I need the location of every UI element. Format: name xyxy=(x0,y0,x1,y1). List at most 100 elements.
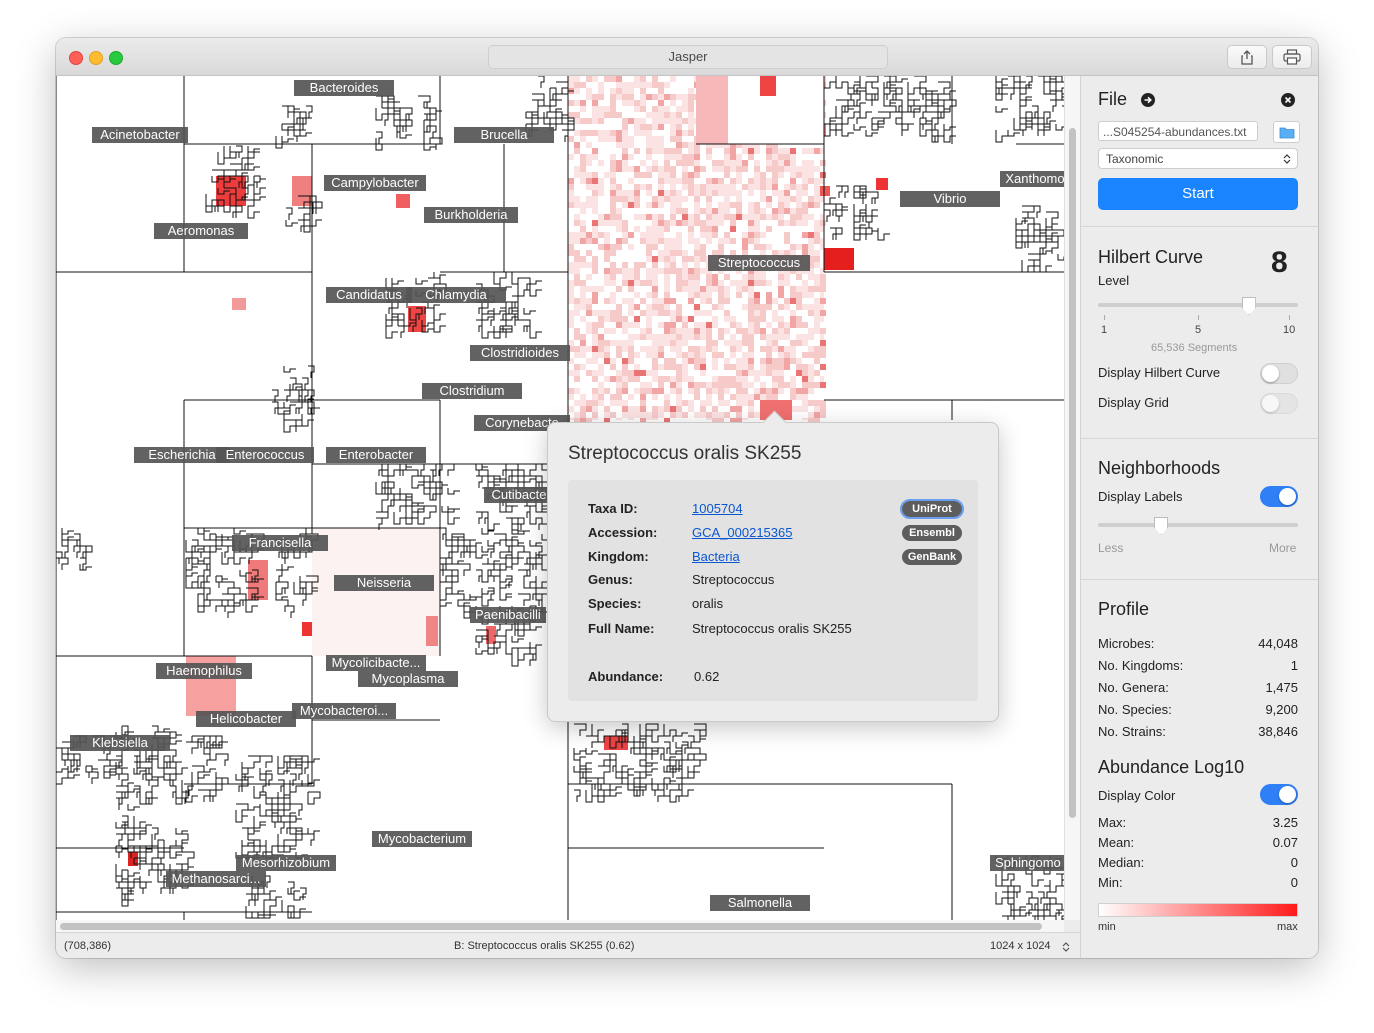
abundance-cell xyxy=(616,136,622,142)
abundance-cell xyxy=(718,328,724,334)
abundance-cell xyxy=(604,388,610,394)
abundance-cell xyxy=(796,412,802,418)
map-label-acinetobacter[interactable]: Acinetobacter xyxy=(92,127,188,143)
abundance-cell xyxy=(802,412,808,418)
level-tick xyxy=(1198,315,1199,320)
level-slider[interactable] xyxy=(1098,303,1298,307)
map-label-mycoplasma[interactable]: Mycoplasma xyxy=(358,671,458,687)
abundance-cell xyxy=(694,328,700,334)
arrow-right-circle-icon[interactable] xyxy=(1141,93,1155,107)
map-label-candidatus[interactable]: Candidatus xyxy=(326,287,412,303)
share-button[interactable] xyxy=(1227,45,1267,69)
abundance-cell xyxy=(742,370,748,376)
map-label-burkholderia[interactable]: Burkholderia xyxy=(424,207,518,223)
abundance-cell xyxy=(610,214,616,220)
abundance-cell xyxy=(664,292,670,298)
map-size-select[interactable]: 1024 x 1024 xyxy=(990,940,1051,952)
open-file-button[interactable] xyxy=(1273,121,1300,143)
map-label-clostridioides[interactable]: Clostridioides xyxy=(470,345,570,361)
abundance-cell xyxy=(772,292,778,298)
map-label-vibrio[interactable]: Vibrio xyxy=(900,191,1000,207)
map-label-bacteroides[interactable]: Bacteroides xyxy=(294,80,394,96)
close-window-button[interactable] xyxy=(69,51,83,65)
abundance-cell xyxy=(640,406,646,412)
map-label-campylobacter[interactable]: Campylobacter xyxy=(324,175,426,191)
map-label-brucella[interactable]: Brucella xyxy=(454,127,554,143)
map-label-methanosarcina[interactable]: Methanosarci... xyxy=(166,871,266,887)
print-button[interactable] xyxy=(1272,45,1312,69)
map-label-mesorhizobium[interactable]: Mesorhizobium xyxy=(236,855,336,871)
map-label-klebsiella[interactable]: Klebsiella xyxy=(70,735,170,751)
display-hilbert-curve-toggle[interactable] xyxy=(1260,363,1298,384)
accession-link[interactable]: GCA_000215365 xyxy=(692,525,792,540)
map-label-mycobacteroides[interactable]: Mycobacteroi... xyxy=(292,703,396,719)
abundance-cell xyxy=(640,208,646,214)
map-label-paenibacillus[interactable]: Paenibacilli xyxy=(470,607,546,623)
map-label-chlamydia[interactable]: Chlamydia xyxy=(406,287,506,303)
map-label-francisella[interactable]: Francisella xyxy=(232,535,328,551)
abundance-cell xyxy=(634,244,640,250)
abundance-cell xyxy=(568,250,574,256)
map-label-aeromonas[interactable]: Aeromonas xyxy=(154,223,248,239)
map-label-helicobacter[interactable]: Helicobacter xyxy=(196,711,296,727)
abundance-cell xyxy=(610,256,616,262)
vertical-scroll-thumb[interactable] xyxy=(1069,128,1076,818)
abundance-cell xyxy=(568,304,574,310)
zoom-window-button[interactable] xyxy=(109,51,123,65)
abundance-cell xyxy=(694,358,700,364)
abundance-cell xyxy=(598,298,604,304)
abundance-cell xyxy=(730,208,736,214)
abundance-cell xyxy=(676,310,682,316)
map-label-xanthomonas[interactable]: Xanthomo xyxy=(1000,171,1064,187)
close-circle-icon[interactable] xyxy=(1281,93,1295,107)
map-label-neisseria[interactable]: Neisseria xyxy=(334,575,434,591)
abundance-cell xyxy=(610,190,616,196)
map-label-mycolicibacterium[interactable]: Mycolicibacte... xyxy=(326,655,426,671)
map-horizontal-scrollbar[interactable] xyxy=(56,920,1064,932)
map-vertical-scrollbar[interactable] xyxy=(1064,76,1081,920)
display-labels-toggle[interactable] xyxy=(1260,486,1298,507)
kingdom-link[interactable]: Bacteria xyxy=(692,549,740,564)
abundance-cell xyxy=(688,346,694,352)
map-label-enterococcus[interactable]: Enterococcus xyxy=(216,447,314,463)
abundance-cell xyxy=(640,220,646,226)
abundance-cell xyxy=(730,232,736,238)
start-button[interactable]: Start xyxy=(1098,178,1298,210)
file-path-field[interactable]: ...S045254-abundances.txt xyxy=(1098,121,1258,141)
mode-select[interactable]: Taxonomic xyxy=(1098,148,1298,169)
abundance-cell xyxy=(616,196,622,202)
abundance-cell xyxy=(634,172,640,178)
map-label-salmonella[interactable]: Salmonella xyxy=(710,895,810,911)
display-color-toggle[interactable] xyxy=(1260,784,1298,805)
abundance-cell xyxy=(682,172,688,178)
abundance-cell xyxy=(694,178,700,184)
map-label-streptococcus[interactable]: Streptococcus xyxy=(708,255,810,271)
abundance-cell xyxy=(616,328,622,334)
abundance-cell xyxy=(658,154,664,160)
abundance-cell xyxy=(670,136,676,142)
abundance-cell xyxy=(682,112,688,118)
abundance-cell xyxy=(610,394,616,400)
map-label-mycobacterium[interactable]: Mycobacterium xyxy=(372,831,472,847)
map-label-clostridium[interactable]: Clostridium xyxy=(422,383,522,399)
neighborhood-density-slider[interactable] xyxy=(1098,523,1298,527)
abundance-cell xyxy=(628,214,634,220)
horizontal-scroll-thumb[interactable] xyxy=(60,923,1042,930)
abundance-cell xyxy=(796,364,802,370)
ensembl-button[interactable]: Ensembl xyxy=(902,525,962,541)
neighborhood-density-slider-knob[interactable] xyxy=(1154,517,1168,535)
display-grid-toggle[interactable] xyxy=(1260,393,1298,414)
abundance-cell xyxy=(646,298,652,304)
map-label-haemophilus[interactable]: Haemophilus xyxy=(156,663,252,679)
uniprot-button[interactable]: UniProt xyxy=(900,499,964,519)
map-label-enterobacter[interactable]: Enterobacter xyxy=(326,447,426,463)
map-label-cutibacterium[interactable]: Cutibacte xyxy=(484,487,554,503)
abundance-cell xyxy=(664,142,670,148)
stepper-arrows-icon[interactable] xyxy=(1062,941,1070,953)
genbank-button[interactable]: GenBank xyxy=(902,549,962,565)
minimize-window-button[interactable] xyxy=(89,51,103,65)
taxa-id-link[interactable]: 1005704 xyxy=(692,501,743,516)
map-label-sphingomonas[interactable]: Sphingomo xyxy=(990,855,1064,871)
abundance-cell xyxy=(724,310,730,316)
level-slider-knob[interactable] xyxy=(1241,297,1256,315)
